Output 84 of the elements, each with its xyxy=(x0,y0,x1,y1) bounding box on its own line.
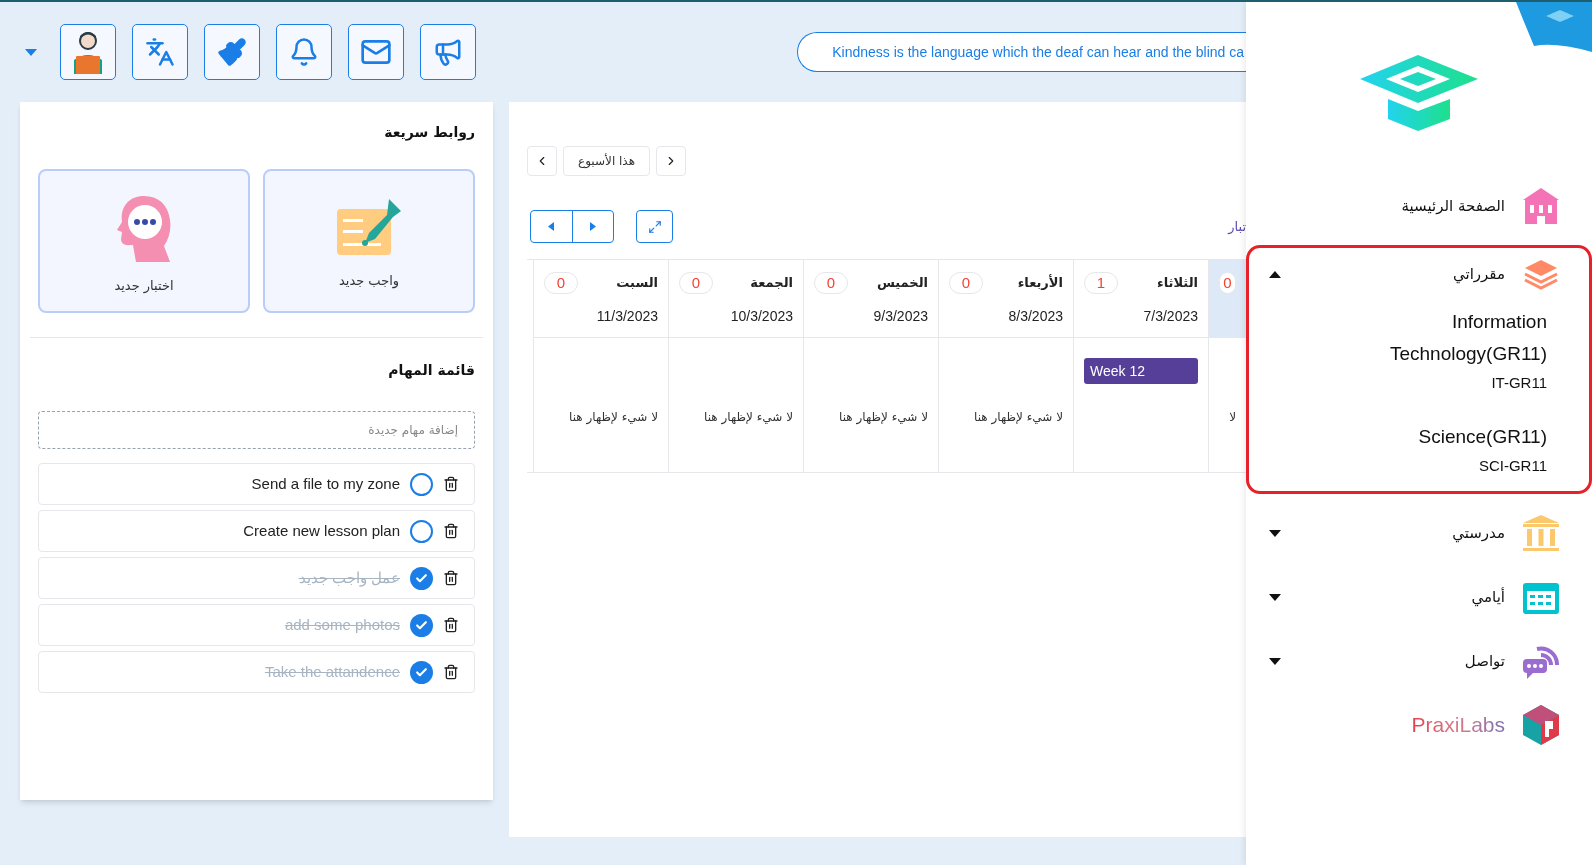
check-icon xyxy=(415,571,428,585)
task-text: Take the attandence xyxy=(264,661,400,682)
fullscreen-button[interactable] xyxy=(636,210,673,243)
event-tag[interactable]: Week 12 xyxy=(1084,358,1198,384)
day-date: 7/3/2023 xyxy=(1142,307,1198,326)
menu-label[interactable]: أيامي xyxy=(1471,585,1505,609)
empty-message: لا شيء لإظهار هنا xyxy=(838,409,928,426)
day-name: الثلاثاء xyxy=(1157,274,1198,293)
trash-icon[interactable] xyxy=(443,617,459,633)
caret-icon[interactable] xyxy=(1269,593,1281,601)
announcements-button[interactable] xyxy=(420,24,476,80)
course-code: IT-GR11 xyxy=(1491,373,1547,393)
empty-message: لا شيء لإظهار هنا xyxy=(568,409,658,426)
menu-label[interactable]: الصفحة الرئيسية xyxy=(1401,194,1505,218)
translate-button[interactable] xyxy=(132,24,188,80)
check-icon xyxy=(415,618,428,632)
day-name: الجمعة xyxy=(750,274,793,293)
check-icon xyxy=(415,665,428,679)
event-count: 0 xyxy=(814,272,848,294)
brush-button[interactable] xyxy=(204,24,260,80)
translate-icon xyxy=(145,37,175,67)
task-checkbox[interactable] xyxy=(410,660,433,684)
cube-logo-icon xyxy=(1523,705,1559,745)
megaphone-icon xyxy=(433,37,463,67)
this-week-button[interactable]: هذا الأسبوع xyxy=(563,146,650,176)
caret-icon[interactable] xyxy=(1269,529,1281,537)
empty-message: لا xyxy=(1228,409,1236,426)
trash-icon[interactable] xyxy=(443,476,459,492)
task-checkbox[interactable] xyxy=(410,472,433,496)
triangle-right-icon xyxy=(589,222,596,231)
day-date: 11/3/2023 xyxy=(595,307,658,326)
new-task-field[interactable]: إضافة مهام جديدة xyxy=(38,411,475,449)
course-title[interactable]: Information Technology(GR11) xyxy=(1347,306,1547,370)
day-date: 9/3/2023 xyxy=(872,307,928,326)
quick-link-card[interactable]: واجب جديد xyxy=(263,169,475,313)
caret-icon[interactable] xyxy=(1269,270,1281,278)
day-name: الخميس xyxy=(876,274,928,293)
course-code: SCI-GR11 xyxy=(1478,455,1547,476)
chat-signal-icon xyxy=(1523,643,1559,679)
profile-button[interactable] xyxy=(60,24,116,80)
section-title: روابط سريعة xyxy=(384,123,475,143)
trash-icon[interactable] xyxy=(443,570,459,586)
mail-button[interactable] xyxy=(348,24,404,80)
calendar-icon xyxy=(1523,580,1559,614)
dropdown-caret-icon[interactable] xyxy=(25,48,37,56)
menu-label[interactable]: مدرستي xyxy=(1452,521,1505,545)
event-count: 0 xyxy=(544,272,578,294)
section-title: قائمة المهام xyxy=(388,361,475,381)
paintbrush-icon xyxy=(217,37,247,67)
filter-link[interactable]: تبار xyxy=(1228,216,1246,237)
task-checkbox[interactable] xyxy=(410,566,433,590)
event-count: 0 xyxy=(1219,272,1236,294)
book-stack-icon xyxy=(1523,258,1559,290)
bell-icon xyxy=(289,37,319,67)
trash-icon[interactable] xyxy=(443,664,459,680)
expand-icon xyxy=(647,219,662,234)
notifications-button[interactable] xyxy=(276,24,332,80)
head-speech-icon xyxy=(116,194,172,263)
school-building-icon xyxy=(1523,188,1559,224)
caret-icon[interactable] xyxy=(1269,657,1281,665)
empty-message: لا شيء لإظهار هنا xyxy=(703,409,793,426)
event-count: 1 xyxy=(1084,272,1118,294)
task-checkbox[interactable] xyxy=(410,613,433,637)
event-count: 0 xyxy=(949,272,983,294)
event-count: 0 xyxy=(679,272,713,294)
empty-message: لا شيء لإظهار هنا xyxy=(973,409,1063,426)
task-checkbox[interactable] xyxy=(410,519,433,543)
menu-label[interactable]: مقرراتي xyxy=(1453,262,1505,286)
notepad-pen-icon xyxy=(335,199,403,258)
triangle-left-icon xyxy=(548,222,555,231)
trash-icon[interactable] xyxy=(443,523,459,539)
day-date: 10/3/2023 xyxy=(729,307,793,326)
task-text: عمل واجب جديد xyxy=(298,567,400,589)
menu-label[interactable]: تواصل xyxy=(1464,649,1505,673)
day-name: الأربعاء xyxy=(1017,273,1063,293)
quote-text: Kindness is the language which the deaf can hear and the blind ca xyxy=(832,42,1244,62)
quick-link-card[interactable]: اختبار جديد xyxy=(38,169,250,313)
task-text: Create new lesson plan xyxy=(243,520,400,541)
course-title[interactable]: Science(GR11) xyxy=(1347,420,1547,453)
columns-building-icon xyxy=(1523,515,1559,551)
task-text: Send a file to my zone xyxy=(251,473,400,494)
task-text: add some photos xyxy=(284,614,400,635)
day-name: السبت xyxy=(616,274,658,293)
day-date: 8/3/2023 xyxy=(1007,307,1063,326)
